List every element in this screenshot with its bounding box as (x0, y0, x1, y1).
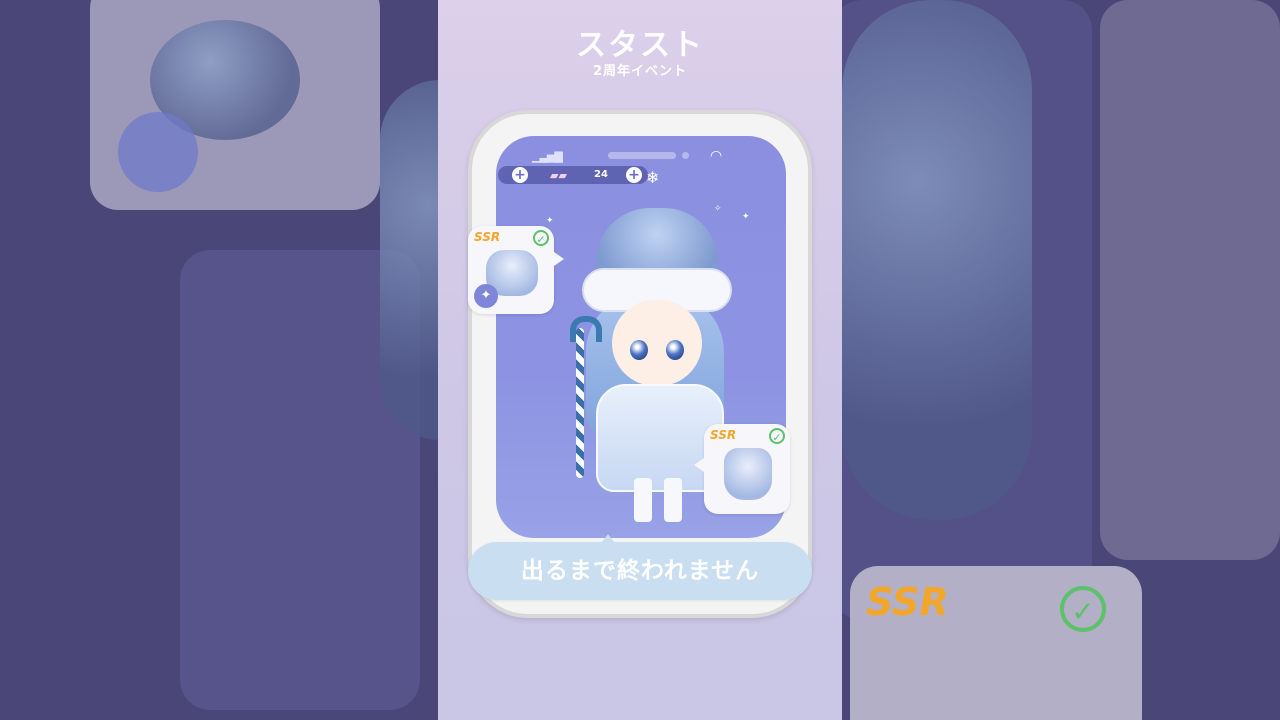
item-card-hat[interactable]: SSR ✓ ✦ (468, 226, 554, 314)
wifi-icon: ◠ (710, 148, 723, 164)
signal-icon: ▁▃▅▇ (532, 150, 563, 163)
phone-camera (682, 152, 689, 159)
background-right-panel: SSR ✓ (842, 0, 1280, 720)
background-frame-blur (1100, 0, 1280, 560)
sparkle-icon: ✦ (546, 216, 554, 226)
background-dress-card: SSR ✓ (850, 566, 1142, 720)
character-leg (664, 478, 682, 522)
caption-banner: 出るまで終われません (468, 542, 812, 600)
background-character-blur (842, 0, 1032, 520)
page-title: スタスト (576, 28, 704, 63)
background-character-blur (380, 80, 438, 440)
character-leg (634, 478, 652, 522)
card-pointer (554, 252, 564, 266)
banner-text: 出るまで終われません (520, 558, 760, 584)
item-card-dress[interactable]: SSR ✓ (704, 424, 790, 514)
flag-icon: ▰▰ (550, 169, 567, 182)
character-legs (628, 478, 688, 522)
background-star-icon (118, 112, 198, 192)
candy-cane (576, 328, 584, 478)
ssr-label: SSR (710, 428, 737, 442)
currency-count: 24 (594, 169, 608, 180)
center-panel: スタスト 2周年イベント ▁▃▅▇ ◠ + ▰▰ 24 + ❄ ✦ ✦ ✧ SS… (438, 0, 842, 720)
banner-pointer (602, 534, 614, 542)
add-currency-button[interactable]: + (512, 167, 528, 183)
background-ssr-label: SSR (866, 580, 949, 624)
page-subtitle: 2周年イベント (592, 64, 688, 79)
add-currency-button[interactable]: + (626, 167, 642, 183)
candy-cane-hook (570, 316, 602, 342)
background-left-panel (0, 0, 438, 720)
dress-item-icon (724, 448, 772, 500)
character-eye (666, 340, 684, 360)
character-face (612, 300, 702, 386)
card-pointer (694, 458, 704, 472)
check-icon: ✓ (769, 428, 785, 444)
snowflake-icon: ❄ (646, 168, 660, 187)
currency-bar: + ▰▰ 24 + (498, 166, 648, 184)
check-icon: ✓ (533, 230, 549, 246)
sparkle-icon: ✦ (742, 212, 750, 222)
phone-notch (608, 152, 676, 159)
ssr-label: SSR (474, 230, 501, 244)
background-check-icon: ✓ (1060, 586, 1106, 632)
sparkle-star-icon: ✦ (474, 284, 498, 308)
character-eye (630, 340, 648, 360)
